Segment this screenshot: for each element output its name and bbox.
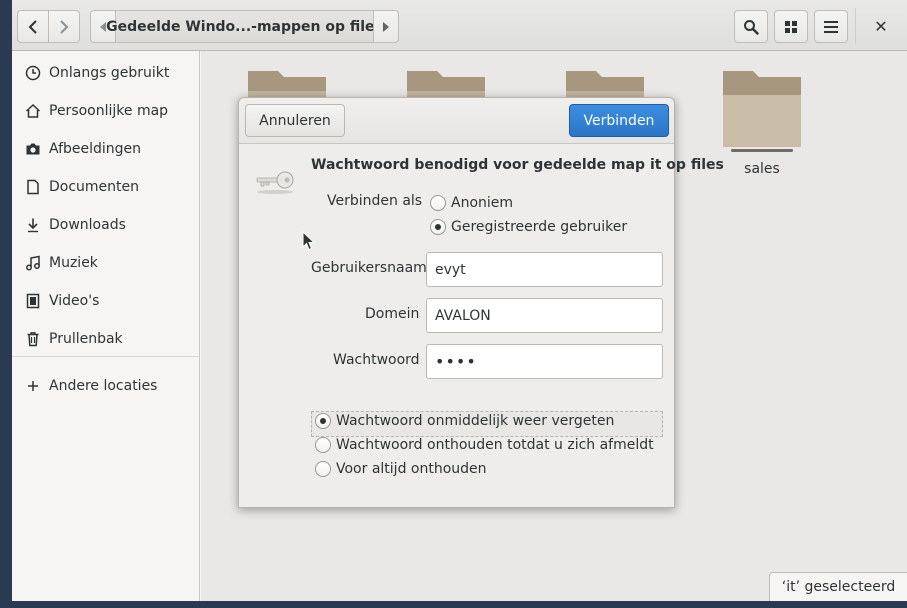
music-icon [25,255,41,271]
close-window-button[interactable]: ✕ [864,10,898,43]
radio-label: Wachtwoord onmiddelijk weer vergeten [336,413,615,429]
video-icon [25,293,41,309]
menu-button[interactable] [814,10,848,43]
breadcrumb-label: Gedeelde Windo...-mappen op files [106,18,383,35]
radio-anonymous[interactable]: Anoniem [430,195,513,211]
username-label: Gebruikersnaam [311,260,427,276]
folder-icon [723,71,801,152]
sidebar-item-label: Persoonlijke map [49,103,169,119]
chevron-right-icon [60,19,69,34]
radio-label: Voor altijd onthouden [336,461,487,477]
sidebar-item-label: Onlangs gebruikt [49,65,170,81]
password-dialog: Annuleren Verbinden Wachtwoord benodigd … [238,97,724,508]
sidebar-item-downloads[interactable]: Downloads [12,206,199,244]
sidebar-item-music[interactable]: Muziek [12,244,199,282]
hamburger-icon [824,20,838,33]
radio-button [315,413,331,429]
sidebar-item-label: Afbeeldingen [49,141,142,157]
sidebar-item-label: Documenten [49,179,140,195]
close-icon: ✕ [874,17,888,36]
key-icon [256,171,294,194]
sidebar-item-recent[interactable]: Onlangs gebruikt [12,54,199,92]
search-button[interactable] [734,10,768,43]
document-icon [25,179,41,195]
selection-status: ‘it’ geselecteerd [769,572,907,601]
password-label: Wachtwoord [333,352,420,368]
dialog-header: Annuleren Verbinden [239,98,674,144]
domain-label: Domein [365,306,420,322]
dialog-body: Wachtwoord benodigd voor gedeelde map it… [239,145,724,507]
back-button[interactable] [17,10,49,43]
sidebar-item-label: Downloads [49,217,126,233]
breadcrumb-current[interactable]: Gedeelde Windo...-mappen op files [106,10,383,43]
domain-field[interactable]: AVALON [426,298,663,333]
radio-forget-immediately[interactable]: Wachtwoord onmiddelijk weer vergeten [315,413,614,429]
sidebar-item-label: Video's [49,293,100,309]
home-icon [25,103,41,119]
sidebar: Onlangs gebruikt Persoonlijke map Afbeel… [12,51,200,601]
radio-remember-forever[interactable]: Voor altijd onthouden [315,461,487,477]
sidebar-item-home[interactable]: Persoonlijke map [12,92,199,130]
path-scroll-right-button[interactable] [373,10,399,43]
radio-label: Wachtwoord onthouden totdat u zich afmel… [336,437,654,453]
search-icon [744,19,759,35]
triangle-right-icon [383,21,389,32]
header-separator [855,8,856,44]
username-field[interactable]: evyt [426,252,663,287]
plus-icon [25,378,41,394]
clock-icon [25,65,41,81]
connect-as-label: Verbinden als [327,193,423,209]
sidebar-item-other-locations[interactable]: Andere locaties [12,367,199,405]
status-text: ‘it’ geselecteerd [781,579,896,595]
trash-icon [25,331,41,347]
mouse-cursor-icon [302,231,316,251]
sidebar-item-pictures[interactable]: Afbeeldingen [12,130,199,168]
sidebar-item-documents[interactable]: Documenten [12,168,199,206]
header-bar: Gedeelde Windo...-mappen op files ✕ [12,0,907,51]
sidebar-item-videos[interactable]: Video's [12,282,199,320]
camera-icon [25,141,41,157]
sidebar-item-label: Prullenbak [49,331,123,347]
download-icon [25,217,41,233]
password-field[interactable]: •••• [426,344,663,379]
radio-remember-until-logout[interactable]: Wachtwoord onthouden totdat u zich afmel… [315,437,654,453]
sidebar-divider [12,356,200,357]
radio-label: Geregistreerde gebruiker [451,219,628,235]
folder-item-sales[interactable] [719,67,805,153]
radio-label: Anoniem [451,195,514,211]
sidebar-item-label: Andere locaties [49,378,158,394]
radio-button [315,437,331,453]
radio-button [430,219,446,235]
folder-label-sales: sales [744,161,780,177]
radio-button [430,195,446,211]
chevron-left-icon [28,19,37,34]
sidebar-item-trash[interactable]: Prullenbak [12,320,199,358]
forward-button[interactable] [48,10,80,43]
cancel-button[interactable]: Annuleren [245,104,345,137]
radio-registered-user[interactable]: Geregistreerde gebruiker [430,219,627,235]
sidebar-item-label: Muziek [49,255,98,271]
grid-icon [785,20,797,33]
radio-button [315,461,331,477]
view-grid-button[interactable] [774,10,808,43]
connect-button[interactable]: Verbinden [569,104,669,137]
dialog-title: Wachtwoord benodigd voor gedeelde map it… [311,157,724,173]
